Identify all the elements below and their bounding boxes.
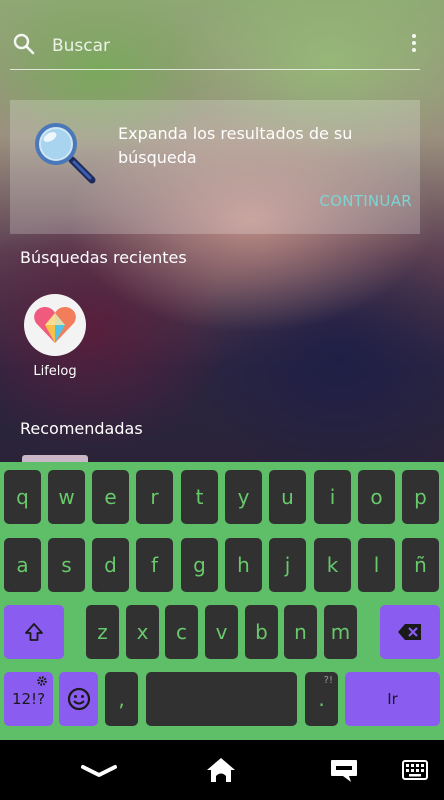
expand-results-card: Expanda los resultados de su búsqueda CO… (10, 100, 420, 234)
navigation-bar (0, 740, 444, 800)
keyboard-icon[interactable] (402, 760, 428, 780)
key-t[interactable]: t (181, 470, 218, 524)
key-s[interactable]: s (48, 538, 85, 592)
home-icon[interactable] (205, 756, 237, 784)
continue-button[interactable]: CONTINUAR (319, 192, 412, 216)
shift-key[interactable] (4, 605, 64, 659)
key-o[interactable]: o (358, 470, 395, 524)
gear-icon (37, 676, 47, 686)
key-i[interactable]: i (314, 470, 351, 524)
key-n[interactable]: n (284, 605, 317, 659)
key-d[interactable]: d (92, 538, 129, 592)
backspace-key[interactable] (380, 605, 440, 659)
keyboard: q w e r t y u i o p a s d f g h j k l ñ … (0, 462, 444, 740)
key-g[interactable]: g (181, 538, 218, 592)
key-j[interactable]: j (269, 538, 306, 592)
key-u[interactable]: u (269, 470, 306, 524)
lifelog-heart-icon (24, 294, 86, 356)
emoji-icon (67, 687, 90, 711)
card-message: Expanda los resultados de su búsqueda (118, 124, 353, 167)
key-q[interactable]: q (4, 470, 41, 524)
kebab-menu-icon[interactable] (408, 32, 420, 56)
symbols-label: 12!? (11, 690, 46, 708)
key-l[interactable]: l (358, 538, 395, 592)
key-w[interactable]: w (48, 470, 85, 524)
go-key[interactable]: Ir (345, 672, 440, 726)
key-x[interactable]: x (126, 605, 159, 659)
key-z[interactable]: z (86, 605, 119, 659)
key-a[interactable]: a (4, 538, 41, 592)
emoji-key[interactable] (59, 672, 98, 726)
key-h[interactable]: h (225, 538, 262, 592)
chevron-down-icon[interactable] (80, 764, 118, 778)
recent-searches-title: Búsquedas recientes (20, 248, 187, 267)
key-b[interactable]: b (245, 605, 278, 659)
key-p[interactable]: p (402, 470, 439, 524)
chat-icon[interactable] (329, 758, 359, 784)
period-hint: ?! (323, 675, 333, 686)
key-v[interactable]: v (205, 605, 238, 659)
search-input[interactable] (50, 30, 374, 62)
symbols-key[interactable]: 12!? (4, 672, 53, 726)
search-underline (10, 69, 420, 70)
key-f[interactable]: f (136, 538, 173, 592)
magnifier-icon (35, 123, 96, 184)
key-r[interactable]: r (136, 470, 173, 524)
key-c[interactable]: c (165, 605, 198, 659)
recent-app-lifelog[interactable]: Lifelog (24, 294, 86, 379)
period-label: . (318, 687, 325, 711)
key-k[interactable]: k (314, 538, 351, 592)
recommended-title: Recomendadas (20, 419, 143, 438)
key-e[interactable]: e (92, 470, 129, 524)
key-m[interactable]: m (324, 605, 357, 659)
search-bar (10, 26, 420, 66)
search-icon (13, 33, 35, 55)
key-n-tilde[interactable]: ñ (402, 538, 439, 592)
period-key[interactable]: . ?! (305, 672, 338, 726)
shift-icon (25, 623, 43, 641)
app-label: Lifelog (33, 364, 77, 379)
space-key[interactable] (146, 672, 297, 726)
comma-key[interactable]: , (105, 672, 138, 726)
backspace-icon (398, 624, 421, 640)
key-y[interactable]: y (225, 470, 262, 524)
